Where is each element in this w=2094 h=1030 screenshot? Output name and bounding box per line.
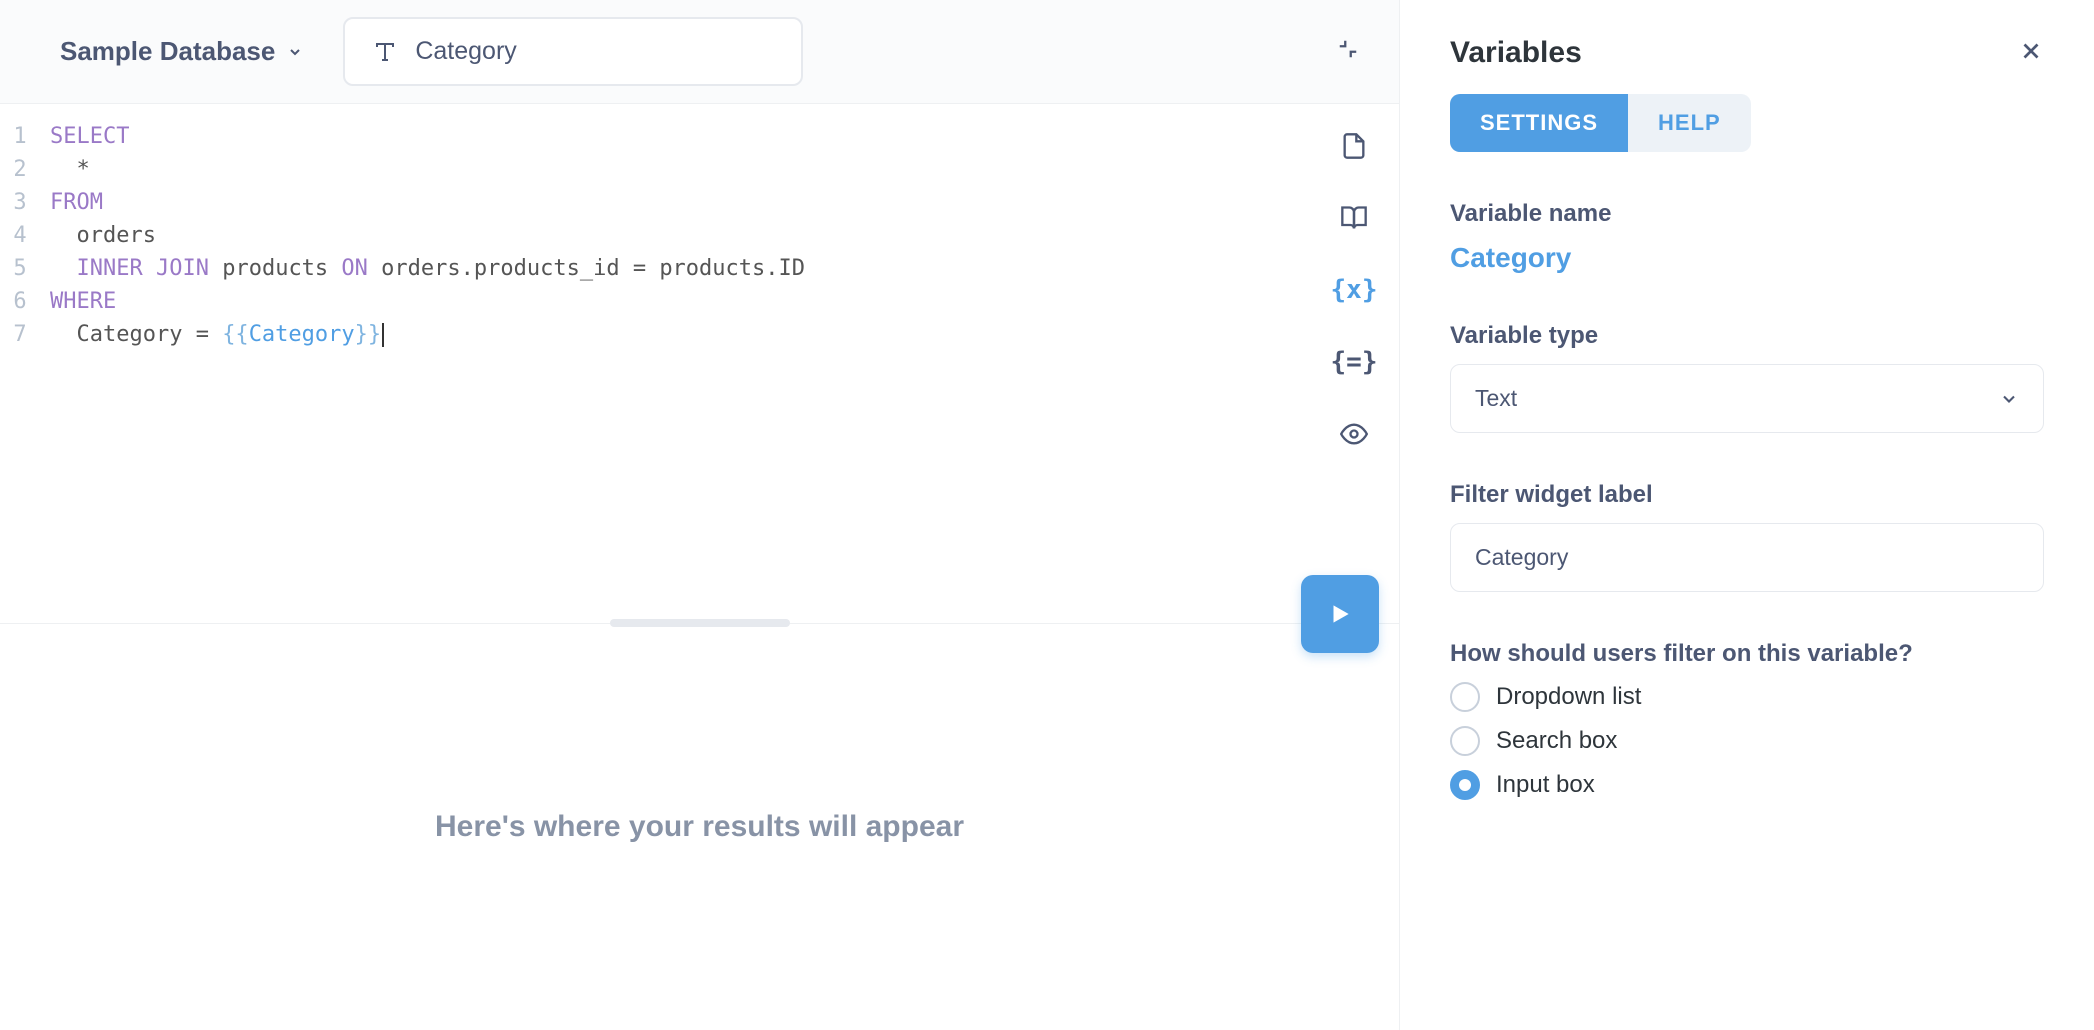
filter-widget-label: Category (415, 37, 516, 66)
chevron-down-icon (1999, 389, 2019, 409)
radio-label: Input box (1496, 771, 1595, 799)
text-type-icon (373, 40, 397, 64)
contract-icon (1337, 38, 1359, 60)
query-topbar: Sample Database Category (0, 0, 1399, 104)
radio-search-box[interactable]: Search box (1450, 726, 2044, 756)
play-icon (1327, 601, 1353, 627)
document-icon (1340, 132, 1368, 160)
snippets-button[interactable] (1336, 200, 1372, 236)
snippet-icon: {=} (1331, 347, 1378, 377)
chevron-down-icon (287, 44, 303, 60)
contract-editor-button[interactable] (1337, 38, 1359, 65)
database-name: Sample Database (60, 36, 275, 67)
book-icon (1340, 204, 1368, 232)
radio-dropdown-list[interactable]: Dropdown list (1450, 682, 2044, 712)
line-gutter: 1 2 3 4 5 6 7 (0, 104, 40, 623)
editor-resize-handle[interactable] (610, 619, 790, 627)
filter-widget-label-input[interactable]: Category (1450, 523, 2044, 592)
editor-side-actions: {x} {=} (1309, 104, 1399, 623)
preview-button[interactable] (1336, 416, 1372, 452)
filter-mode-radio-group: Dropdown list Search box Input box (1450, 682, 2044, 800)
data-reference-button[interactable] (1336, 128, 1372, 164)
radio-input-box[interactable]: Input box (1450, 770, 2044, 800)
database-picker[interactable]: Sample Database (60, 36, 303, 67)
tab-help[interactable]: HELP (1628, 94, 1751, 152)
sql-code[interactable]: SELECT * FROM orders INNER JOIN products… (40, 104, 1309, 623)
sidebar-title: Variables (1450, 36, 1582, 70)
close-icon (2018, 38, 2044, 64)
radio-label: Search box (1496, 727, 1617, 755)
results-placeholder: Here's where your results will appear (435, 810, 964, 844)
sidebar-tabs: SETTINGS HELP (1450, 94, 1751, 152)
sql-editor[interactable]: 1 2 3 4 5 6 7 SELECT * FROM orders INNER… (0, 104, 1399, 624)
radio-icon (1450, 770, 1480, 800)
variable-type-label: Variable type (1450, 322, 2044, 350)
radio-label: Dropdown list (1496, 683, 1641, 711)
close-sidebar-button[interactable] (2018, 38, 2044, 69)
run-query-button[interactable] (1301, 575, 1379, 653)
filter-widget-label-label: Filter widget label (1450, 481, 2044, 509)
radio-icon (1450, 682, 1480, 712)
eye-icon (1340, 420, 1368, 448)
variable-icon: {x} (1331, 275, 1378, 305)
variable-type-select[interactable]: Text (1450, 364, 2044, 433)
filter-widget-category[interactable]: Category (343, 17, 803, 86)
filter-widget-label-value: Category (1475, 544, 1568, 571)
snippet-sidebar-button[interactable]: {=} (1336, 344, 1372, 380)
variable-name-value[interactable]: Category (1450, 242, 2044, 274)
variables-sidebar: Variables SETTINGS HELP Variable name Ca… (1400, 0, 2094, 1030)
filter-mode-label: How should users filter on this variable… (1450, 640, 2044, 668)
tab-settings[interactable]: SETTINGS (1450, 94, 1628, 152)
variable-name-label: Variable name (1450, 200, 2044, 228)
variable-type-value: Text (1475, 385, 1517, 412)
variables-button[interactable]: {x} (1336, 272, 1372, 308)
results-panel: Here's where your results will appear (0, 624, 1399, 1030)
radio-icon (1450, 726, 1480, 756)
